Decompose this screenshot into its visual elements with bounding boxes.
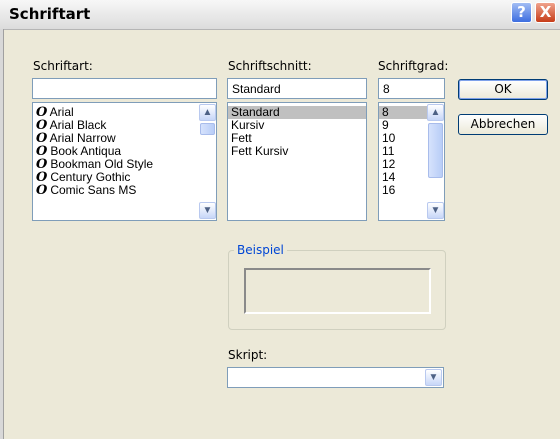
font-list-scrollbar[interactable]: ▲ ▼	[199, 103, 216, 220]
scroll-thumb[interactable]	[428, 123, 443, 178]
cancel-button[interactable]: Abbrechen	[458, 114, 548, 135]
script-select[interactable]: ▼	[227, 367, 444, 388]
font-item-label: Arial Black	[49, 118, 107, 132]
title-bar[interactable]: Schriftart ? X	[0, 0, 560, 30]
scroll-down-button[interactable]: ▼	[199, 202, 216, 219]
font-item-label: Century Gothic	[50, 170, 131, 184]
chevron-down-icon: ▼	[430, 205, 441, 216]
font-item-label: Arial	[49, 105, 74, 119]
style-label: Schriftschnitt:	[228, 59, 312, 73]
chevron-up-icon: ▲	[430, 107, 441, 118]
window-title: Schriftart	[9, 5, 91, 23]
font-item-label: Bookman Old Style	[50, 157, 154, 171]
font-input[interactable]	[32, 78, 217, 99]
font-list[interactable]: O Arial O Arial Black O Arial Narrow O B…	[32, 102, 217, 221]
scroll-up-button[interactable]: ▲	[199, 104, 216, 121]
font-item-label: Arial Narrow	[49, 131, 116, 145]
scroll-up-button[interactable]: ▲	[427, 104, 444, 121]
scroll-down-button[interactable]: ▼	[427, 202, 444, 219]
list-item[interactable]: 16	[379, 184, 427, 197]
help-button[interactable]: ?	[511, 2, 532, 23]
sample-preview	[244, 268, 431, 314]
chevron-down-icon: ▼	[428, 372, 439, 383]
scroll-thumb[interactable]	[200, 123, 215, 135]
chevron-down-icon: ▼	[202, 205, 213, 216]
sample-group-label: Beispiel	[234, 243, 287, 257]
window-frame-left	[0, 29, 4, 439]
ok-button[interactable]: OK	[458, 79, 548, 100]
style-input[interactable]: Standard	[227, 78, 367, 99]
script-label: Skript:	[228, 348, 268, 362]
list-item[interactable]: Fett Kursiv	[228, 145, 366, 158]
font-item-label: Comic Sans MS	[50, 183, 137, 197]
close-icon: X	[539, 3, 552, 21]
font-item-label: Book Antiqua	[50, 144, 122, 158]
style-list[interactable]: Standard Kursiv Fett Fett Kursiv	[227, 102, 367, 221]
chevron-up-icon: ▲	[202, 107, 213, 118]
help-icon: ?	[517, 3, 526, 21]
script-dropdown-button[interactable]: ▼	[425, 369, 442, 386]
size-list-scrollbar[interactable]: ▲ ▼	[427, 103, 444, 220]
font-type-icon: O	[36, 183, 48, 198]
close-button[interactable]: X	[535, 2, 556, 23]
size-label: Schriftgrad:	[378, 59, 449, 73]
size-list[interactable]: 8 9 10 11 12 14 16 ▲ ▼	[378, 102, 445, 221]
list-item[interactable]: O Comic Sans MS	[33, 183, 216, 198]
font-label: Schriftart:	[33, 59, 93, 73]
size-input[interactable]: 8	[378, 78, 445, 99]
